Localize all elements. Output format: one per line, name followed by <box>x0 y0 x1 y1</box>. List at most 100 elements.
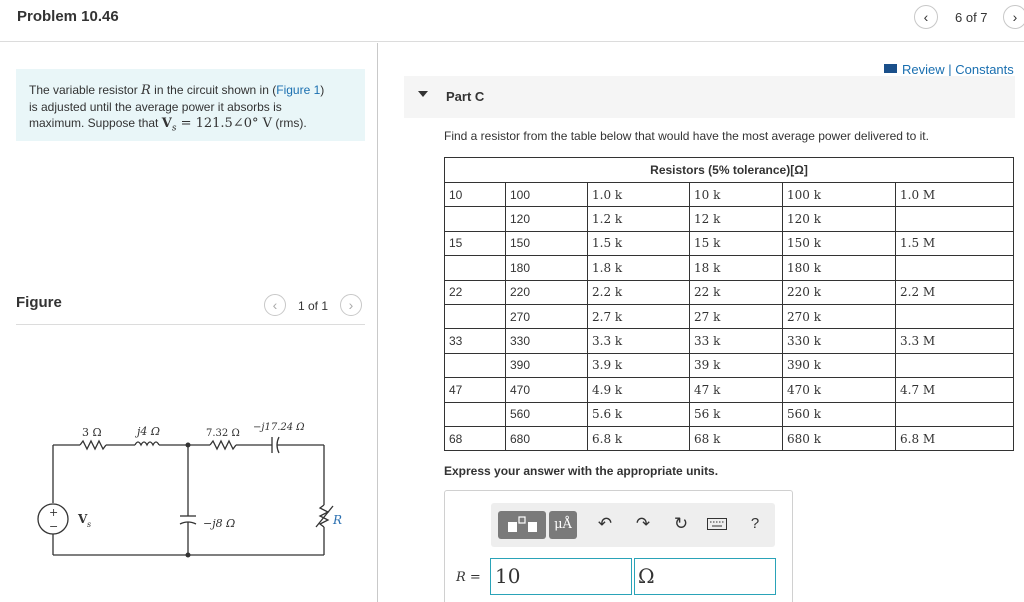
table-cell <box>895 255 1014 281</box>
chevron-left-icon: ‹ <box>272 297 278 313</box>
table-cell: 390 k <box>782 352 896 379</box>
table-cell: 39 k <box>689 352 783 379</box>
intro-text: (rms). <box>272 116 307 130</box>
table-row: 120 1.2 k 12 k 120 k <box>444 206 1014 232</box>
table-cell: 6.8 k <box>587 425 690 452</box>
table-cell: 100 <box>505 181 588 208</box>
next-problem-button[interactable]: › <box>1003 5 1024 29</box>
intro-text: ) <box>320 83 325 97</box>
table-row: 68 680 6.8 k 68 k 680 k 6.8 M <box>444 425 1014 452</box>
figure-link[interactable]: Figure 1 <box>276 83 320 97</box>
figure-prev-button[interactable]: ‹ <box>264 294 286 316</box>
answer-label-text: R = <box>456 570 481 585</box>
constants-link[interactable]: Constants <box>955 62 1014 77</box>
units-button-label: μÅ <box>554 517 572 532</box>
question-prompt: Find a resistor from the table below tha… <box>444 129 929 143</box>
table-cell: 68 <box>444 425 506 452</box>
table-cell: 47 <box>444 377 506 403</box>
table-cell <box>895 206 1014 232</box>
table-cell: 120 k <box>782 206 896 232</box>
table-cell: 10 k <box>689 181 783 208</box>
answer-units-input[interactable]: Ω <box>634 558 776 595</box>
table-cell: 680 <box>505 425 588 452</box>
review-link[interactable]: Review <box>902 62 945 77</box>
table-cell: 390 <box>505 352 588 379</box>
table-cell: 330 <box>505 328 588 354</box>
intro-text: The variable resistor <box>29 83 142 97</box>
table-cell <box>444 352 506 379</box>
table-cell: 1.5 M <box>895 230 1014 257</box>
table-cell: 1.2 k <box>587 206 690 232</box>
table-cell: 560 k <box>782 401 896 427</box>
table-cell <box>895 352 1014 379</box>
table-cell: 56 k <box>689 401 783 427</box>
page-indicator: 6 of 7 <box>955 10 988 25</box>
table-row: 180 1.8 k 18 k 180 k <box>444 255 1014 281</box>
table-cell: 3.3 M <box>895 328 1014 354</box>
table-cell: 68 k <box>689 425 783 452</box>
svg-text:−: − <box>49 520 58 533</box>
answer-value-input[interactable]: 10 <box>490 558 632 595</box>
table-cell: 150 k <box>782 230 896 257</box>
svg-text:+: + <box>49 506 58 519</box>
table-cell: 180 <box>505 255 588 281</box>
table-cell: 3.9 k <box>587 352 690 379</box>
table-cell: 22 k <box>689 279 783 305</box>
left-pane: The variable resistor R in the circuit s… <box>0 43 378 602</box>
table-cell <box>895 303 1014 330</box>
table-cell: 1.0 k <box>587 181 690 208</box>
templates-icon <box>508 516 537 532</box>
table-cell: 270 k <box>782 303 896 330</box>
table-cell: 150 <box>505 230 588 257</box>
table-row: 33 330 3.3 k 33 k 330 k 3.3 M <box>444 328 1014 354</box>
resistor-7-32ohm <box>209 439 237 451</box>
problem-intro: The variable resistor R in the circuit s… <box>16 69 365 141</box>
figure-next-button[interactable]: › <box>340 294 362 316</box>
table-cell: 22 <box>444 279 506 305</box>
table-cell: 470 k <box>782 377 896 403</box>
table-cell: 1.8 k <box>587 255 690 281</box>
table-cell <box>444 303 506 330</box>
table-row: 15 150 1.5 k 15 k 150 k 1.5 M <box>444 230 1014 257</box>
table-row: 47 470 4.9 k 47 k 470 k 4.7 M <box>444 377 1014 403</box>
table-cell: 470 <box>505 377 588 403</box>
redo-icon[interactable]: ↷ <box>632 513 654 535</box>
table-cell: 560 <box>505 401 588 427</box>
table-row: 22 220 2.2 k 22 k 220 k 2.2 M <box>444 279 1014 305</box>
undo-icon[interactable]: ↶ <box>594 513 616 535</box>
table-cell: 4.9 k <box>587 377 690 403</box>
prev-problem-button[interactable]: ‹ <box>914 5 938 29</box>
r-symbol: R <box>141 83 151 98</box>
chevron-right-icon: › <box>1012 9 1018 25</box>
circuit-diagram: + − 3 Ω j4 Ω 7.32 Ω −j17.24 Ω −j8 Ω V s … <box>37 422 342 558</box>
table-cell: 10 <box>444 181 506 208</box>
vs-value: = 121.5∠0° V <box>176 116 273 131</box>
table-cell <box>895 401 1014 427</box>
table-cell: 33 k <box>689 328 783 354</box>
table-cell: 6.8 M <box>895 425 1014 452</box>
units-button[interactable]: μÅ <box>549 511 577 539</box>
table-row: 560 5.6 k 56 k 560 k <box>444 401 1014 427</box>
chevron-right-icon: › <box>348 297 354 313</box>
problem-title: Problem 10.46 <box>17 8 119 25</box>
table-cell: 47 k <box>689 377 783 403</box>
table-cell: 5.6 k <box>587 401 690 427</box>
part-header[interactable] <box>404 76 1015 118</box>
label-source-sub: s <box>87 520 91 529</box>
math-toolbar: μÅ ↶ ↷ ↻ ? <box>491 503 775 547</box>
review-constants: Review | Constants <box>884 62 1014 77</box>
table-cell: 1.0 M <box>895 181 1014 208</box>
table-cell <box>444 401 506 427</box>
table-cell: 120 <box>505 206 588 232</box>
help-icon[interactable]: ? <box>744 513 766 535</box>
table-cell <box>444 255 506 281</box>
intro-text: maximum. Suppose that <box>29 116 162 130</box>
divider <box>16 324 365 325</box>
keyboard-icon[interactable] <box>706 513 728 535</box>
inductor-j4 <box>134 441 160 447</box>
table-cell: 1.5 k <box>587 230 690 257</box>
reset-icon[interactable]: ↻ <box>670 513 692 535</box>
template-button[interactable] <box>498 511 546 539</box>
table-cell: 2.2 k <box>587 279 690 305</box>
collapse-triangle-icon[interactable] <box>418 91 428 97</box>
